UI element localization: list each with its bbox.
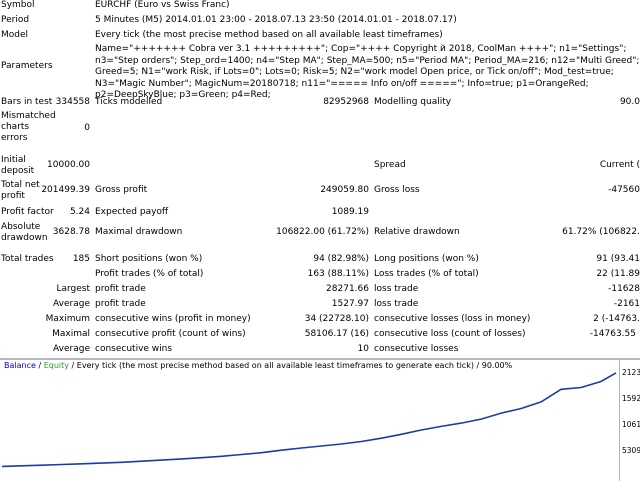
model-label: Model: [1, 30, 29, 40]
average-lt-label: loss trade: [374, 299, 419, 309]
mxl-cl-label: consecutive loss (count of losses): [374, 329, 526, 339]
max-cw-value: 34 (22728.10): [304, 314, 369, 324]
reldd-value: 61.72% (106822.: [562, 227, 640, 237]
max-cw-label: consecutive wins (profit in money): [95, 314, 251, 324]
initial-value: 10000.00: [47, 160, 90, 170]
grossprofit-label: Gross profit: [95, 185, 148, 195]
netprofit-value: 201499.39: [41, 185, 90, 195]
period-label: Period: [1, 15, 30, 25]
legend-equity: Equity: [43, 361, 69, 370]
legend-balance: Balance: [4, 361, 36, 370]
quality-label: Modelling quality: [374, 97, 452, 107]
ticks-value: 82952968: [323, 97, 369, 107]
trades-value: 185: [72, 254, 90, 264]
chart-legend: Balance / Equity / Every tick (the most …: [4, 361, 512, 370]
pf-value: 5.24: [69, 207, 90, 217]
average-pt-value: 1527.97: [331, 299, 369, 309]
profit-trades-label: Profit trades (% of total): [95, 269, 204, 279]
ticks-label: Ticks modelled: [95, 97, 163, 107]
avg-cw-label: consecutive wins: [95, 344, 173, 354]
mxl-cl-value: -14763.55: [589, 329, 636, 339]
spread-value: Current (: [599, 160, 640, 170]
symbol-value: EURCHF (Euro vs Swiss Franc): [95, 0, 230, 10]
long-label: Long positions (won %): [374, 254, 479, 264]
max-cl-value: 2 (-14763.: [593, 314, 640, 324]
ep-label: Expected payoff: [95, 207, 169, 217]
y-tick-4: 53098: [622, 446, 640, 455]
largest-lt-label: loss trade: [374, 284, 419, 294]
max-cl-label: consecutive losses (loss in money): [374, 314, 531, 324]
long-value: 91 (93.41: [596, 254, 640, 264]
ep-value: 1089.19: [331, 207, 369, 217]
average-pt-label: profit trade: [95, 299, 146, 309]
maxdd-value: 106822.00 (61.72%): [276, 227, 369, 237]
grossprofit-value: 249059.80: [320, 185, 369, 195]
maximal-label: Maximal: [52, 329, 90, 339]
largest-pt-label: profit trade: [95, 284, 146, 294]
legend-sep: /: [35, 361, 44, 370]
y-tick-1: 212306: [622, 368, 640, 377]
y-tick-3: 106114: [622, 420, 640, 429]
parameters-value: Name="+++++++ Cobra ver 3.1 +++++++++"; …: [95, 44, 640, 100]
largest-lt-value: -11628: [608, 284, 640, 294]
y-tick-2: 159235: [622, 394, 640, 403]
loss-trades-label: Loss trades (% of total): [374, 269, 479, 279]
grossloss-label: Gross loss: [374, 185, 420, 195]
mxl-cp-label: consecutive profit (count of wins): [95, 329, 246, 339]
maximum-label: Maximum: [45, 314, 90, 324]
avg-cw-value: 10: [357, 344, 369, 354]
balance-chart: Balance / Equity / Every tick (the most …: [0, 358, 640, 481]
parameters-label: Parameters: [1, 61, 53, 71]
model-value: Every tick (the most precise method base…: [95, 30, 443, 40]
period-value: 5 Minutes (M5) 2014.01.01 23:00 - 2018.0…: [95, 15, 457, 25]
spread-label: Spread: [374, 160, 406, 170]
avg-cl-label: consecutive losses: [374, 344, 459, 354]
avg2-label: Average: [53, 344, 90, 354]
legend-rest: / Every tick (the most precise method ba…: [68, 361, 513, 370]
largest-pt-value: 28271.66: [326, 284, 369, 294]
average-lt-value: -2161: [613, 299, 640, 309]
bars-value: 334558: [55, 97, 90, 107]
average-label: Average: [53, 299, 90, 309]
balance-chart-svg: [0, 359, 640, 481]
quality-value: 90.0: [619, 97, 640, 107]
maxdd-label: Maximal drawdown: [95, 227, 183, 237]
grossloss-value: -47560: [608, 185, 640, 195]
symbol-label: Symbol: [1, 0, 35, 10]
mxl-cp-value: 58106.17 (16): [304, 329, 369, 339]
short-label: Short positions (won %): [95, 254, 203, 264]
balance-line: [1, 372, 617, 468]
largest-label: Largest: [56, 284, 90, 294]
mismatched-value: 0: [84, 123, 90, 133]
loss-trades-value: 22 (11.89: [596, 269, 640, 279]
profit-trades-value: 163 (88.11%): [307, 269, 369, 279]
reldd-label: Relative drawdown: [374, 227, 460, 237]
absdd-value: 3628.78: [52, 227, 90, 237]
short-value: 94 (82.98%): [313, 254, 369, 264]
